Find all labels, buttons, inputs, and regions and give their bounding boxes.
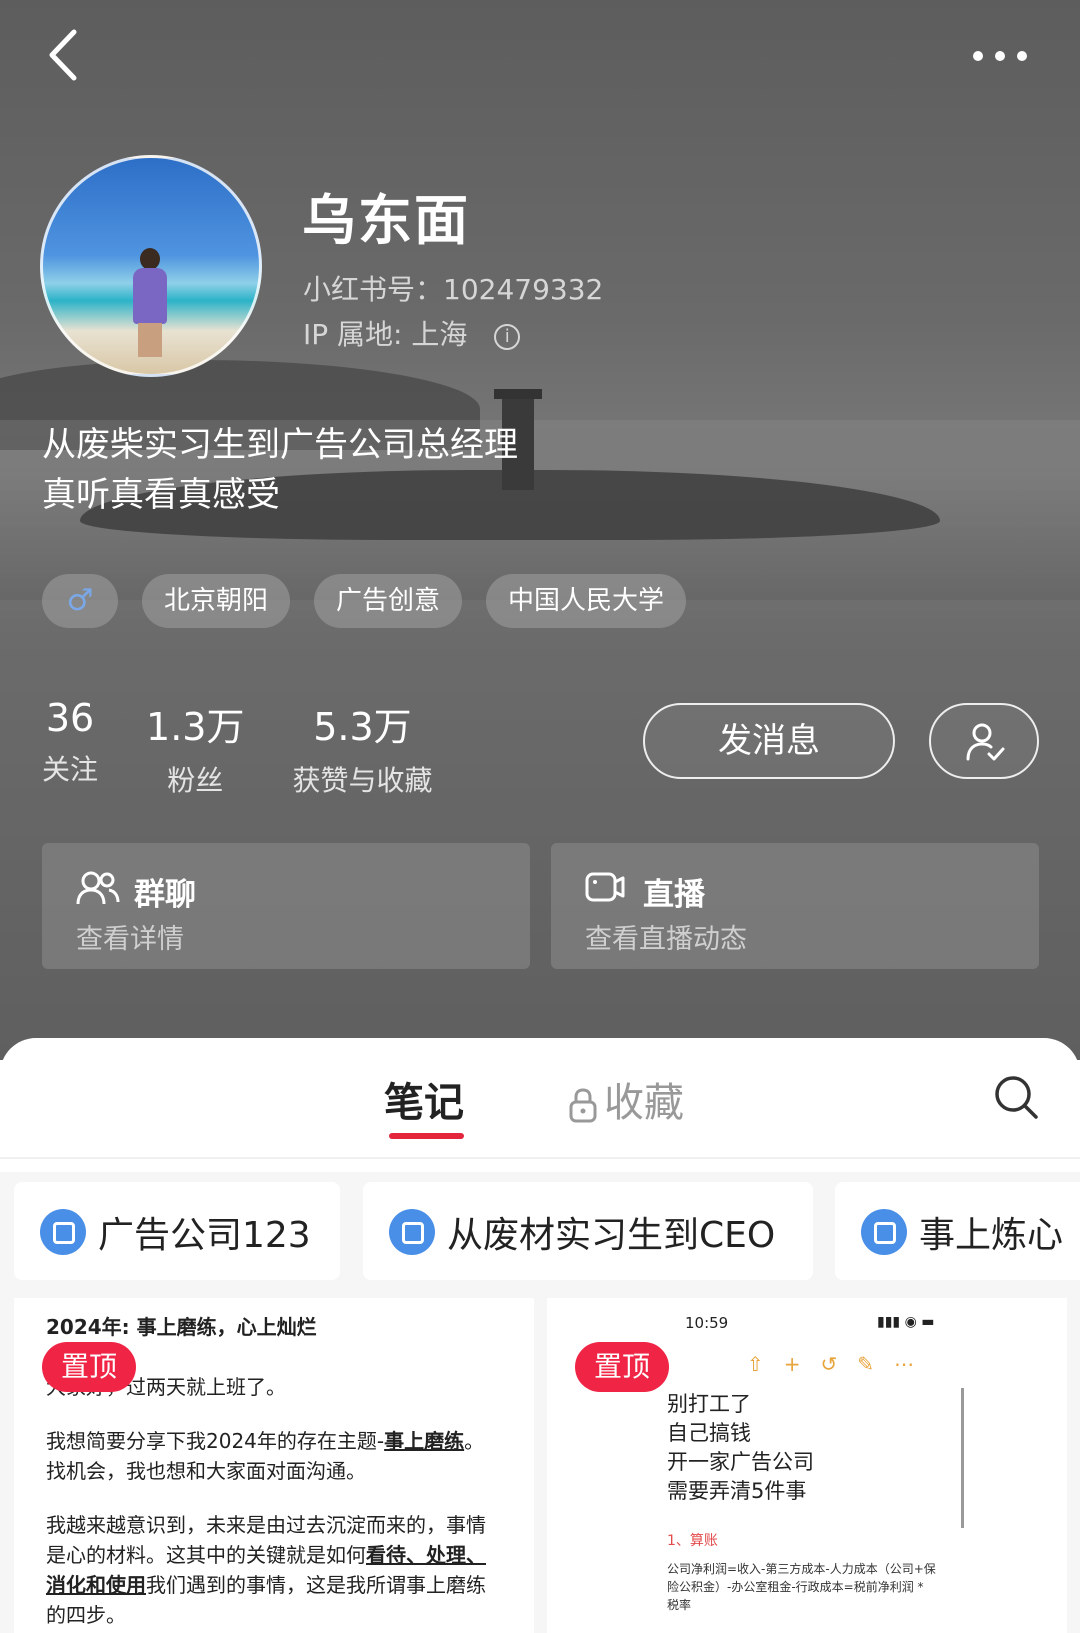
info-icon[interactable]: i bbox=[494, 324, 521, 350]
stat-label: 粉丝 bbox=[167, 764, 224, 797]
send-message-button[interactable]: 发消息 bbox=[643, 703, 895, 779]
note-doc-line: 的四步。 bbox=[46, 1603, 126, 1627]
collection-list: 广告公司123 从废材实习生到CEO 事上炼心 bbox=[0, 1172, 1080, 1288]
phone-status-icons: ▮▮▮ ◉ ▬ bbox=[877, 1314, 935, 1330]
ip-location: IP 属地: 上海 i bbox=[303, 313, 521, 353]
phone-toolbar-icons: ⇧+↺✎⋯ bbox=[747, 1352, 935, 1376]
tab-favorites[interactable]: 收藏 bbox=[568, 1070, 684, 1128]
note-phone-small-text: 公司净利润=收入-第三方成本-人力成本（公司+保 险公积金）-办公室租金-行政成… bbox=[667, 1562, 936, 1612]
pinned-badge: 置顶 bbox=[575, 1342, 669, 1392]
divider bbox=[0, 1157, 1080, 1159]
tag-profession: 广告创意 bbox=[314, 574, 463, 628]
note-doc-line: 是心的材料。这其中的关键就是如何看待、处理、 bbox=[46, 1543, 486, 1567]
tag-location: 北京朝阳 bbox=[142, 574, 291, 628]
collection-item[interactable]: 从废材实习生到CEO bbox=[363, 1182, 813, 1280]
chevron-left-icon bbox=[49, 29, 77, 81]
note-card[interactable]: 10:59 ▮▮▮ ◉ ▬ ⇧+↺✎⋯ 别打工了 自己搞钱 开一家广告公司 需要… bbox=[547, 1298, 1067, 1633]
note-doc-line: 消化和使用我们遇到的事情，这是我所谓事上磨练 bbox=[46, 1573, 486, 1597]
bio-line: 真听真看真感受 bbox=[42, 475, 280, 515]
note-card[interactable]: 2024年: 事上磨练，心上灿烂 大家好，过两天就上班了。 我想简要分享下我20… bbox=[14, 1298, 534, 1633]
search-icon bbox=[995, 1076, 1038, 1119]
group-icon bbox=[76, 871, 120, 905]
note-phone-text: 别打工了 自己搞钱 开一家广告公司 需要弄清5件事 bbox=[667, 1392, 814, 1503]
ip-location-text: IP 属地: 上海 bbox=[303, 318, 468, 351]
tag-school: 中国人民大学 bbox=[486, 574, 687, 628]
note-phone-heading: 1、算账 bbox=[667, 1533, 718, 1549]
collection-title: 从废材实习生到CEO bbox=[447, 1215, 776, 1256]
more-button[interactable] bbox=[970, 30, 1040, 70]
collection-icon bbox=[861, 1209, 907, 1255]
notes-feed: 2024年: 事上磨练，心上灿烂 大家好，过两天就上班了。 我想简要分享下我20… bbox=[0, 1288, 1080, 1633]
profile-stats: 36 关注 1.3万 粉丝 5.3万 获赞与收藏 bbox=[42, 696, 432, 799]
phone-time: 10:59 bbox=[685, 1314, 729, 1332]
stat-label: 关注 bbox=[42, 753, 99, 786]
tab-notes[interactable]: 笔记 bbox=[384, 1070, 464, 1128]
phone-scrollbar bbox=[961, 1388, 964, 1528]
video-camera-icon bbox=[585, 872, 625, 902]
profile-bio: 从废柴实习生到广告公司总经理 真听真看真感受 bbox=[42, 420, 518, 520]
following-button[interactable] bbox=[929, 703, 1039, 779]
collection-title: 事上炼心 bbox=[919, 1215, 1064, 1256]
user-check-icon bbox=[966, 723, 1005, 761]
redbook-id[interactable]: 小红书号：102479332 bbox=[303, 268, 603, 308]
profile-tags: ♂ 北京朝阳 广告创意 中国人民大学 bbox=[42, 574, 687, 628]
note-doc-line: 找机会，我也想和大家面对面沟通。 bbox=[46, 1459, 366, 1483]
stat-value: 1.3万 bbox=[146, 705, 245, 749]
note-doc-line: 我想简要分享下我2024年的存在主题-事上磨练。 bbox=[46, 1429, 485, 1453]
avatar[interactable] bbox=[40, 155, 262, 377]
note-doc-line: 我越来越意识到，未来是由过去沉淀而来的，事情 bbox=[46, 1513, 486, 1537]
active-tab-indicator bbox=[389, 1133, 464, 1139]
bio-line: 从废柴实习生到广告公司总经理 bbox=[42, 425, 518, 465]
group-chat-title: 群聊 bbox=[134, 877, 196, 913]
collection-item[interactable]: 广告公司123 bbox=[14, 1182, 340, 1280]
collection-item[interactable]: 事上炼心 bbox=[835, 1182, 1080, 1280]
live-title: 直播 bbox=[643, 877, 705, 913]
stat-following[interactable]: 36 关注 bbox=[42, 696, 98, 799]
tab-favorites-label: 收藏 bbox=[604, 1080, 684, 1126]
live-card[interactable]: 直播 查看直播动态 bbox=[551, 843, 1039, 969]
stat-value: 5.3万 bbox=[313, 705, 412, 749]
profile-name: 乌东面 bbox=[302, 189, 470, 252]
stat-label: 获赞与收藏 bbox=[292, 764, 433, 797]
group-chat-subtitle: 查看详情 bbox=[76, 924, 184, 955]
live-subtitle: 查看直播动态 bbox=[585, 924, 747, 955]
more-horizontal-icon bbox=[973, 51, 1027, 61]
stat-value: 36 bbox=[45, 696, 95, 740]
stat-followers[interactable]: 1.3万 粉丝 bbox=[146, 696, 244, 799]
group-chat-card[interactable]: 群聊 查看详情 bbox=[42, 843, 530, 969]
back-button[interactable] bbox=[46, 28, 86, 84]
gender-male-icon: ♂ bbox=[42, 574, 118, 628]
lock-icon bbox=[569, 1088, 597, 1123]
collection-title: 广告公司123 bbox=[98, 1215, 311, 1256]
collection-icon bbox=[40, 1209, 86, 1255]
note-doc-title: 2024年: 事上磨练，心上灿烂 bbox=[46, 1315, 317, 1339]
collection-icon bbox=[389, 1209, 435, 1255]
search-button[interactable] bbox=[993, 1074, 1039, 1124]
stat-likes-saves[interactable]: 5.3万 获赞与收藏 bbox=[292, 696, 432, 799]
pinned-badge: 置顶 bbox=[42, 1342, 136, 1392]
